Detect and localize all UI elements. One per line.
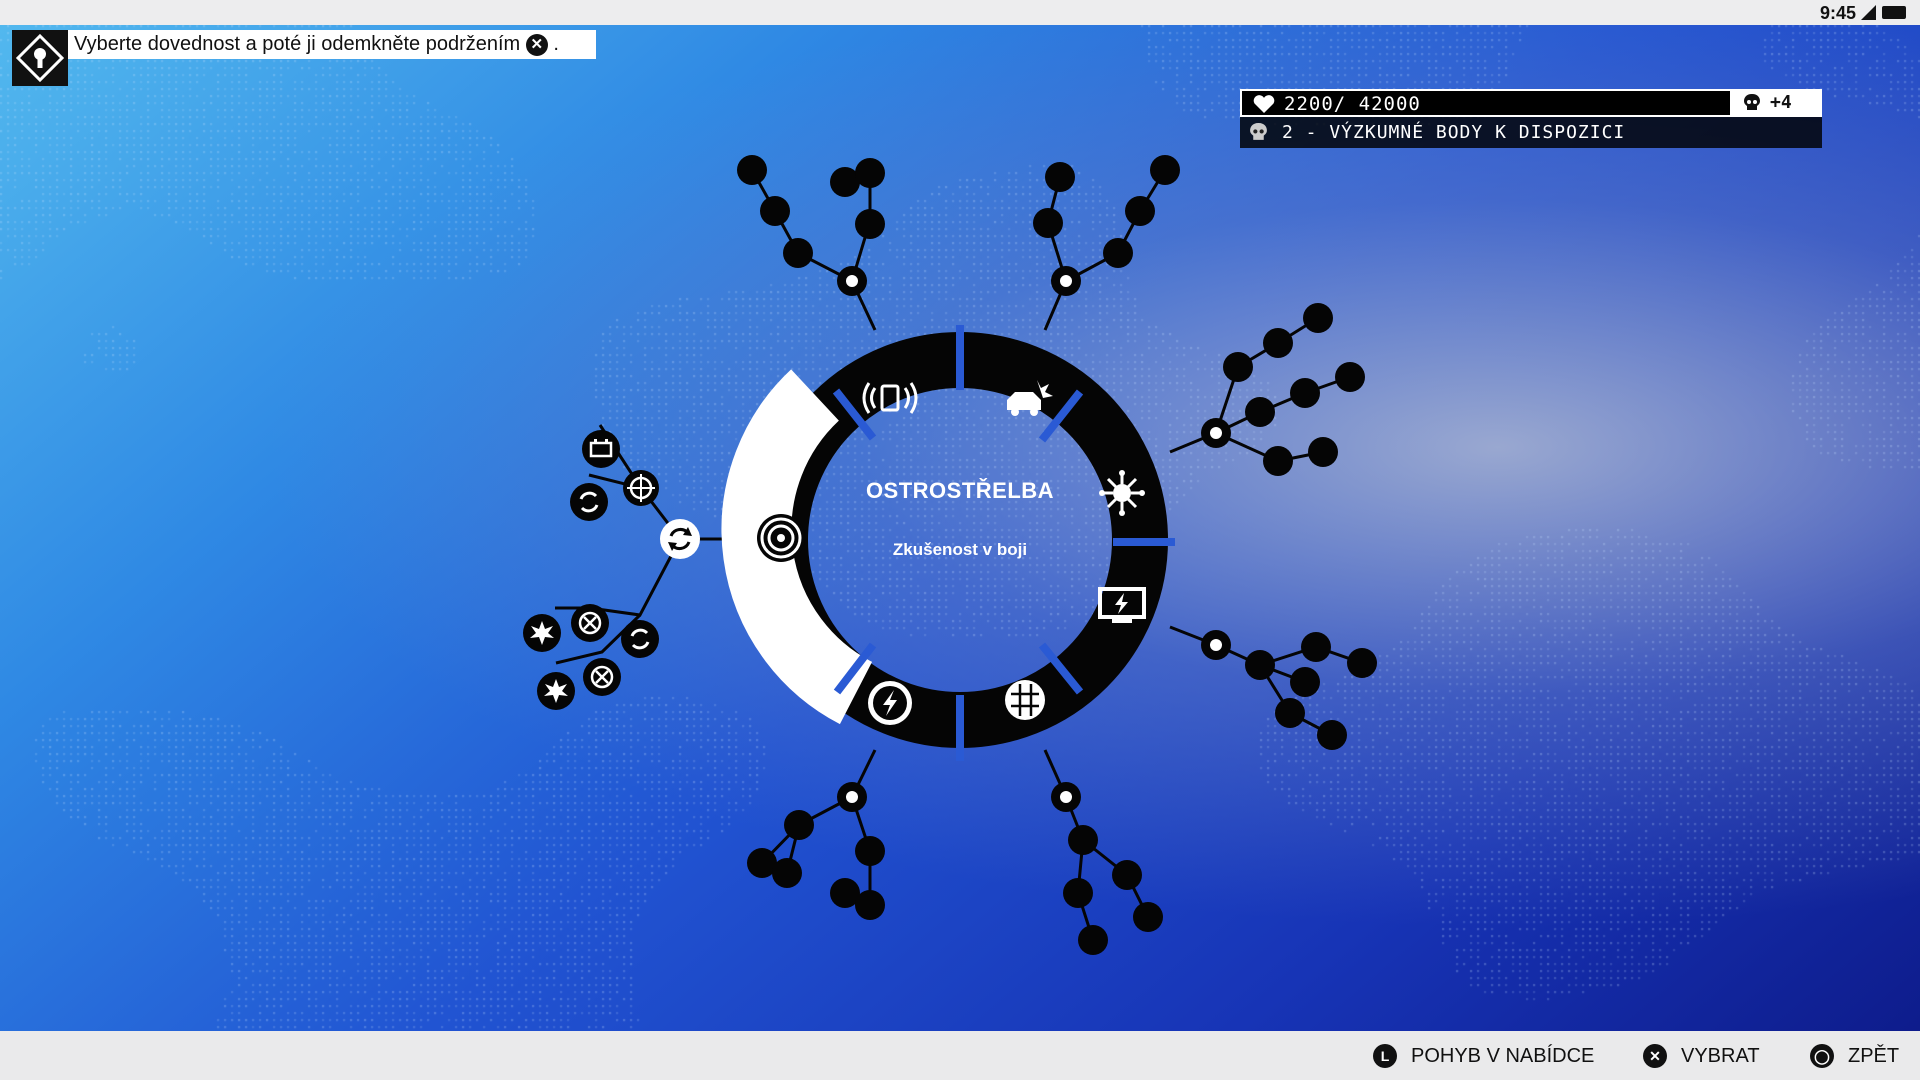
research-points-text: 2 - VÝZKUMNÉ BODY K DISPOZICI <box>1282 122 1626 143</box>
skill-node[interactable] <box>855 836 885 866</box>
grid-target-icon[interactable] <box>583 658 621 696</box>
skill-node[interactable] <box>1033 208 1063 238</box>
cross-button-icon: ✕ <box>1643 1044 1667 1068</box>
skill-node[interactable] <box>772 858 802 888</box>
skill-node[interactable] <box>1347 648 1377 678</box>
skill-node[interactable] <box>1223 352 1253 382</box>
move-prompt-label: POHYB V NABÍDCE <box>1411 1044 1595 1067</box>
hint-text-before: Vyberte dovednost a poté ji odemkněte po… <box>74 33 521 55</box>
skill-node[interactable] <box>855 158 885 188</box>
skull-bonus-box: +4 <box>1730 91 1820 115</box>
skill-node[interactable] <box>1063 878 1093 908</box>
status-bar: 9:45 <box>0 0 1920 25</box>
select-prompt-label: VYBRAT <box>1681 1044 1760 1067</box>
xp-value: 2200/ 42000 <box>1284 93 1421 115</box>
skill-node[interactable] <box>784 810 814 840</box>
research-points-row: 2 - VÝZKUMNÉ BODY K DISPOZICI <box>1240 117 1822 148</box>
skill-node[interactable] <box>1078 925 1108 955</box>
circle-button-icon: ◯ <box>1810 1044 1834 1068</box>
skill-node[interactable] <box>760 196 790 226</box>
xp-row: 2200/ 42000 +4 <box>1240 89 1822 117</box>
battery-icon[interactable] <box>582 430 620 468</box>
selected-branch-nodes <box>523 430 700 710</box>
grid-target-icon[interactable] <box>571 604 609 642</box>
skull-icon <box>1250 123 1267 140</box>
explosion-icon[interactable] <box>523 614 561 652</box>
status-time: 9:45 <box>1819 3 1856 23</box>
move-prompt[interactable]: L POHYB V NABÍDCE <box>1373 1043 1594 1069</box>
skull-icon <box>1744 94 1760 110</box>
skill-node[interactable] <box>1112 860 1142 890</box>
skill-node[interactable] <box>1125 196 1155 226</box>
button-prompt-bar: L POHYB V NABÍDCE ✕ VYBRAT ◯ ZPĚT <box>0 1031 1920 1080</box>
back-prompt-label: ZPĚT <box>1848 1044 1900 1067</box>
skill-node[interactable] <box>1275 698 1305 728</box>
skill-node[interactable] <box>1245 397 1275 427</box>
select-prompt[interactable]: ✕ VYBRAT <box>1643 1043 1760 1069</box>
skull-bonus-value: +4 <box>1770 92 1792 113</box>
reload-icon[interactable] <box>570 483 608 521</box>
skill-node[interactable] <box>737 155 767 185</box>
battery-icon <box>1882 6 1906 19</box>
reload-icon[interactable] <box>621 620 659 658</box>
skill-node[interactable] <box>855 209 885 239</box>
skill-node[interactable] <box>1290 378 1320 408</box>
hint-text: Vyberte dovednost a poté ji odemkněte po… <box>68 30 596 59</box>
signal-icon <box>1861 5 1876 20</box>
skill-node[interactable] <box>1133 902 1163 932</box>
circuit-shield-icon[interactable] <box>1005 680 1045 720</box>
skill-node[interactable] <box>1245 650 1275 680</box>
left-stick-icon: L <box>1373 1044 1397 1068</box>
skill-node[interactable] <box>1150 155 1180 185</box>
back-prompt[interactable]: ◯ ZPĚT <box>1810 1043 1899 1069</box>
selected-skill-title: OSTROSTŘELBA <box>865 478 1055 503</box>
selected-skill-subtitle: Zkušenost v boji <box>892 540 1028 559</box>
hint-text-after: . <box>553 33 559 55</box>
skill-node[interactable] <box>1303 303 1333 333</box>
skill-node[interactable] <box>855 890 885 920</box>
skill-node[interactable] <box>1335 362 1365 392</box>
target-icon[interactable] <box>757 514 805 562</box>
skill-node[interactable] <box>1301 632 1331 662</box>
hacker-hint-icon <box>15 33 65 83</box>
game-view: Vyberte dovednost a poté ji odemkněte po… <box>0 25 1920 1031</box>
skill-node[interactable] <box>1308 437 1338 467</box>
crosshair-icon[interactable] <box>623 470 659 506</box>
lightning-icon[interactable] <box>868 681 912 725</box>
skill-node[interactable] <box>1263 328 1293 358</box>
resources-panel: 2200/ 42000 +4 2 - VÝZKUMNÉ BODY K DISPO… <box>1240 89 1822 148</box>
skill-node[interactable] <box>1045 162 1075 192</box>
explosion-icon[interactable] <box>537 672 575 710</box>
skill-tree <box>523 155 1377 955</box>
heart-icon <box>1253 95 1275 114</box>
hint-bar: Vyberte dovednost a poté ji odemkněte po… <box>12 30 596 86</box>
skill-node[interactable] <box>1317 720 1347 750</box>
reload-icon[interactable] <box>660 519 700 559</box>
skill-node[interactable] <box>1263 446 1293 476</box>
skill-node[interactable] <box>1068 825 1098 855</box>
skill-node[interactable] <box>1290 667 1320 697</box>
hint-box <box>12 30 68 86</box>
skill-node[interactable] <box>783 238 813 268</box>
cross-button-glyph: ✕ <box>525 33 548 56</box>
skill-node[interactable] <box>1103 238 1133 268</box>
